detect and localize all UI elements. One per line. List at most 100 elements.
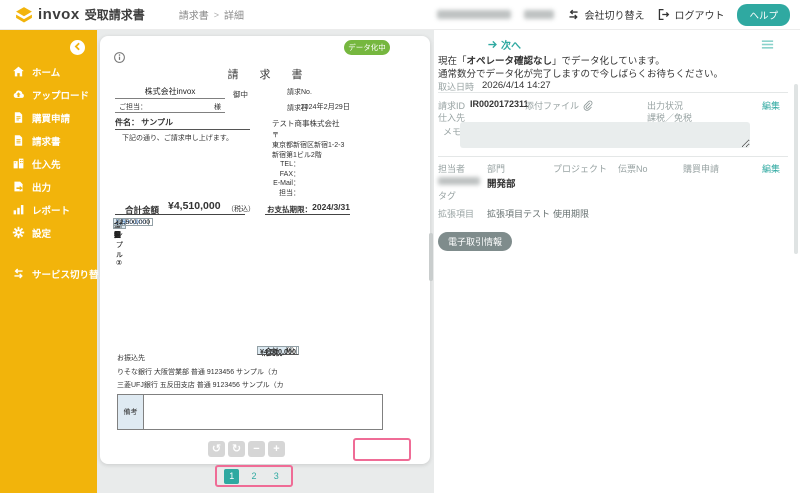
sidebar-item-suppliers[interactable]: 仕入先: [0, 152, 97, 175]
attention-row: ご担当：様: [115, 102, 225, 113]
sidebar-item-label: 設定: [32, 226, 51, 240]
bank-account-1: りそな銀行 大阪営業部 普通 9123456 サンプル（カ: [117, 367, 278, 377]
invox-logo-icon[interactable]: [14, 5, 34, 25]
invoice-title: 請 求 書: [100, 66, 430, 82]
attachment-field[interactable]: 添付ファイル: [525, 99, 593, 112]
breadcrumb-page: 詳細: [224, 7, 244, 22]
notes-content: [144, 395, 382, 429]
sidebar-item-output[interactable]: 出力: [0, 175, 97, 198]
processing-notice-line2: 通常数分でデータ化が完了しますので今しばらくお待ちください。: [438, 66, 723, 80]
next-arrow-icon: [487, 39, 498, 50]
panel-scrollbar[interactable]: [794, 84, 798, 254]
notes-box: 備考: [117, 394, 383, 430]
sidebar-collapse-button[interactable]: [70, 40, 85, 55]
e-transaction-badge[interactable]: 電子取引情報: [438, 232, 512, 251]
logout-button[interactable]: ログアウト: [657, 7, 724, 22]
masked-person-value: [438, 177, 480, 185]
service-switch-icon: [12, 267, 25, 280]
notes-label: 備考: [118, 395, 144, 429]
page-button-1[interactable]: 1: [224, 469, 239, 484]
highlight-box-pagination: 123: [215, 465, 293, 487]
edit-header-button[interactable]: 編集: [762, 99, 780, 112]
download-button[interactable]: [385, 441, 402, 458]
memo-input[interactable]: [460, 122, 750, 148]
sidebar-nav: ホームアップロード購買申請請求書仕入先出力レポート設定: [0, 60, 97, 244]
edit-assignment-button[interactable]: 編集: [762, 162, 780, 175]
usage-period-label: 使用期限: [553, 207, 589, 220]
next-button[interactable]: 次へ: [487, 37, 521, 52]
department-value: 開発部: [487, 176, 516, 190]
page-button-3[interactable]: 3: [269, 469, 284, 484]
tax-included-note: （税込）: [227, 204, 255, 214]
sidebar-item-label: レポート: [32, 203, 70, 217]
document-scrollbar[interactable]: [429, 233, 433, 281]
invoice-no-label: 請求No.: [287, 87, 312, 97]
divider: [438, 156, 788, 157]
extension-label: 拡張項目: [438, 207, 474, 220]
logo-text[interactable]: invox: [38, 6, 80, 23]
department-label: 部門: [487, 162, 505, 175]
purchase-request-icon: [12, 111, 25, 124]
sidebar-item-label: 購買申請: [32, 111, 70, 125]
sidebar-item-service-switch[interactable]: サービス切り替え: [0, 262, 97, 285]
invoices-icon: [12, 134, 25, 147]
invoice-preview: データ化中 請 求 書 株式会社invox 御中 ご担当：様 件名： サンプル …: [100, 36, 430, 464]
top-header: invox 受取請求書 請求書 > 詳細 会社切り替え ログアウト ヘルプ: [0, 0, 800, 30]
company-switch-button[interactable]: 会社切り替え: [567, 7, 644, 22]
masked-user-name: [524, 10, 554, 19]
page-button-2[interactable]: 2: [247, 469, 262, 484]
person-label: 担当者: [438, 162, 465, 175]
paperclip-icon: [582, 100, 593, 111]
sidebar-item-label: アップロード: [32, 88, 89, 102]
app-name: 受取請求書: [85, 6, 145, 23]
total-underline: [115, 214, 245, 215]
sidebar: ホームアップロード購買申請請求書仕入先出力レポート設定 サービス切り替え: [0, 30, 97, 493]
due-underline: [265, 214, 350, 215]
purchase-request-label: 購買申請: [683, 162, 719, 175]
masked-plan-name: [437, 10, 511, 19]
bank-account-2: 三菱UFJ銀行 五反田支店 普通 9123456 サンプル（カ: [117, 380, 284, 390]
menu-icon[interactable]: [760, 37, 775, 52]
invoice-id-value: IR0020172311: [470, 99, 529, 109]
upload-icon: [12, 88, 25, 101]
rotate-left-button[interactable]: ↺: [208, 441, 225, 457]
invoice-date-value: 2024年2月29日: [295, 102, 350, 112]
zoom-out-button[interactable]: −: [248, 441, 265, 457]
memo-label: メモ: [443, 125, 461, 138]
home-icon: [12, 65, 25, 78]
sidebar-item-reports[interactable]: レポート: [0, 198, 97, 221]
issuer-address1: 東京都新宿区新宿1-2-3: [272, 140, 344, 150]
help-button[interactable]: ヘルプ: [737, 4, 790, 26]
info-icon[interactable]: [106, 44, 119, 57]
project-label: プロジェクト: [553, 162, 607, 175]
logout-icon: [657, 8, 670, 21]
sidebar-item-label: サービス切り替え: [32, 267, 108, 281]
reports-icon: [12, 203, 25, 216]
bill-to-company: 株式会社invox: [115, 86, 225, 99]
detail-panel: 次へ 現在「オペレータ確認なし」でデータ化しています。 通常数分でデータ化が完了…: [434, 30, 800, 493]
bank-label: お振込先: [117, 353, 145, 363]
company-switch-icon: [567, 8, 580, 21]
divider: [438, 92, 788, 93]
sidebar-item-label: ホーム: [32, 65, 60, 79]
extension-test-label: 拡張項目テスト: [487, 207, 550, 220]
sidebar-item-label: 仕入先: [32, 157, 61, 171]
pdf-download-button[interactable]: PDF: [362, 441, 379, 458]
next-label: 次へ: [501, 37, 521, 52]
sidebar-item-upload[interactable]: アップロード: [0, 83, 97, 106]
invox-app: invox 受取請求書 請求書 > 詳細 会社切り替え ログアウト ヘルプ ホー…: [0, 0, 800, 493]
sidebar-item-label: 請求書: [32, 134, 61, 148]
sidebar-item-settings[interactable]: 設定: [0, 221, 97, 244]
summary-value: ¥4,510,000: [257, 346, 299, 355]
processing-notice: 現在「オペレータ確認なし」でデータ化しています。: [438, 53, 665, 67]
sidebar-item-invoices[interactable]: 請求書: [0, 129, 97, 152]
sidebar-item-purchase-request[interactable]: 購買申請: [0, 106, 97, 129]
settings-icon: [12, 226, 25, 239]
rotate-right-button[interactable]: ↻: [228, 441, 245, 457]
zoom-in-button[interactable]: +: [268, 441, 285, 457]
breadcrumb-section[interactable]: 請求書: [179, 7, 209, 22]
issuer-name: テスト商事株式会社: [272, 118, 340, 129]
sidebar-item-home[interactable]: ホーム: [0, 60, 97, 83]
chevron-left-icon: [71, 40, 84, 56]
output-icon: [12, 180, 25, 193]
